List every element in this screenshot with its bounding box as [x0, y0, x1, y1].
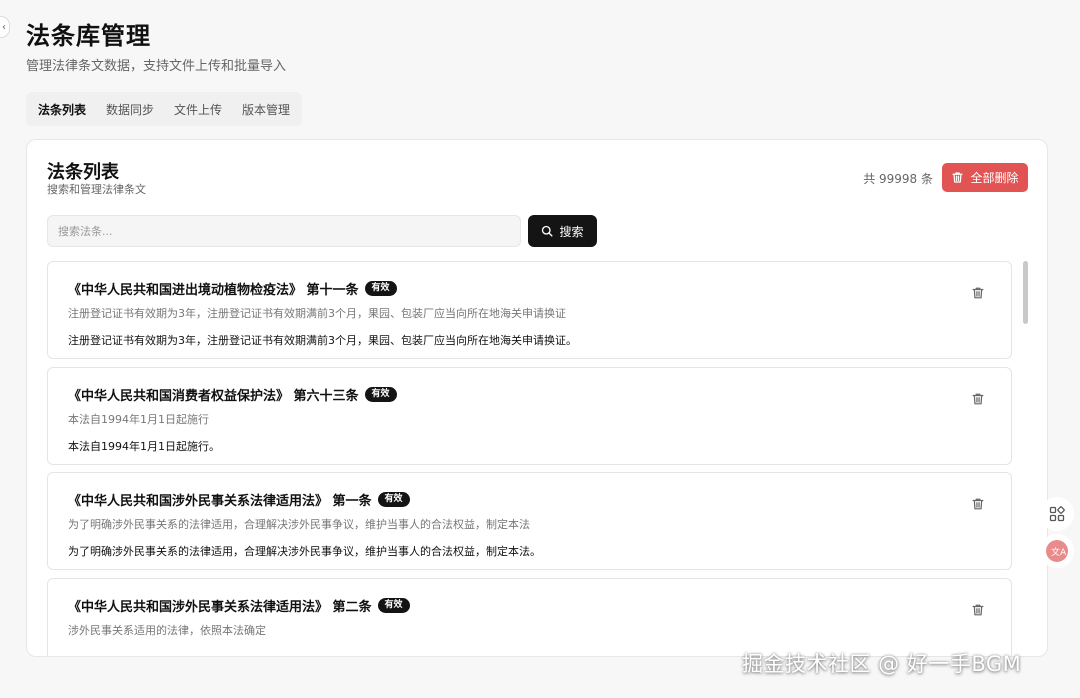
trash-icon	[972, 604, 984, 616]
law-title: 《中华人民共和国涉外民事关系法律适用法》 第二条	[68, 600, 372, 615]
status-badge: 有效	[364, 387, 397, 402]
law-list: 《中华人民共和国进出境动植物检疫法》 第十一条 有效 注册登记证书有效期为3年，…	[47, 261, 1012, 656]
law-item[interactable]: 《中华人民共和国涉外民事关系法律适用法》 第二条 有效 涉外民事关系适用的法律，…	[47, 578, 1012, 656]
apps-grid-button[interactable]	[1040, 497, 1074, 531]
delete-all-label: 全部删除	[970, 171, 1019, 185]
tab-version-management[interactable]: 版本管理	[234, 95, 298, 124]
delete-law-button[interactable]	[971, 497, 985, 511]
law-title-row: 《中华人民共和国涉外民事关系法律适用法》 第二条 有效	[68, 596, 410, 615]
law-item[interactable]: 《中华人民共和国消费者权益保护法》 第六十三条 有效 本法自1994年1月1日起…	[47, 367, 1012, 465]
law-summary: 为了明确涉外民事关系的法律适用，合理解决涉外民事争议，维护当事人的合法权益，制定…	[68, 518, 530, 531]
law-content: 本法自1994年1月1日起施行。	[68, 440, 220, 453]
law-title: 《中华人民共和国涉外民事关系法律适用法》 第一条	[68, 494, 372, 509]
law-title-row: 《中华人民共和国涉外民事关系法律适用法》 第一条 有效	[68, 490, 410, 509]
law-item[interactable]: 《中华人民共和国涉外民事关系法律适用法》 第一条 有效 为了明确涉外民事关系的法…	[47, 472, 1012, 570]
law-summary: 注册登记证书有效期为3年，注册登记证书有效期满前3个月，果园、包装厂应当向所在地…	[68, 307, 566, 320]
law-content: 注册登记证书有效期为3年，注册登记证书有效期满前3个月，果园、包装厂应当向所在地…	[68, 334, 577, 347]
total-count: 共 99998 条	[863, 172, 933, 186]
page-subtitle: 管理法律条文数据，支持文件上传和批量导入	[26, 59, 287, 74]
delete-law-button[interactable]	[971, 286, 985, 300]
law-title-row: 《中华人民共和国进出境动植物检疫法》 第十一条 有效	[68, 279, 397, 298]
trash-icon	[952, 172, 964, 183]
delete-all-button[interactable]: 全部删除	[942, 163, 1028, 192]
search-button[interactable]: 搜索	[528, 215, 597, 247]
law-content: 为了明确涉外民事关系的法律适用，合理解决涉外民事争议，维护当事人的合法权益，制定…	[68, 545, 541, 558]
apps-grid-icon	[1049, 506, 1065, 522]
tab-file-upload[interactable]: 文件上传	[166, 95, 230, 124]
law-title-row: 《中华人民共和国消费者权益保护法》 第六十三条 有效	[68, 385, 397, 404]
trash-icon	[972, 287, 984, 299]
law-title: 《中华人民共和国消费者权益保护法》 第六十三条	[68, 389, 359, 404]
law-summary: 涉外民事关系适用的法律，依照本法确定	[68, 624, 266, 637]
watermark: 掘金技术社区 @ 好一手BGM	[742, 652, 1022, 676]
delete-law-button[interactable]	[971, 392, 985, 406]
page-title: 法条库管理	[26, 22, 151, 50]
status-badge: 有效	[364, 281, 397, 296]
search-input[interactable]	[47, 215, 521, 247]
translate-button[interactable]: 文A	[1040, 534, 1074, 568]
status-badge: 有效	[377, 492, 410, 507]
list-scrollbar[interactable]	[1023, 261, 1028, 324]
search-button-label: 搜索	[559, 224, 584, 239]
delete-law-button[interactable]	[971, 603, 985, 617]
search-icon	[542, 225, 554, 237]
sidebar-collapse-handle[interactable]: ‹	[0, 16, 10, 38]
trash-icon	[972, 393, 984, 405]
translate-icon: 文A	[1046, 540, 1068, 562]
tab-bar: 法条列表 数据同步 文件上传 版本管理	[26, 92, 303, 126]
card-subtitle: 搜索和管理法律条文	[47, 183, 146, 196]
tab-data-sync[interactable]: 数据同步	[98, 95, 162, 124]
law-summary: 本法自1994年1月1日起施行	[68, 413, 209, 426]
law-item[interactable]: 《中华人民共和国进出境动植物检疫法》 第十一条 有效 注册登记证书有效期为3年，…	[47, 261, 1012, 359]
trash-icon	[972, 498, 984, 510]
tab-law-list[interactable]: 法条列表	[30, 94, 95, 124]
status-badge: 有效	[377, 598, 410, 613]
svg-text:文A: 文A	[1051, 546, 1067, 558]
law-list-card: 法条列表 搜索和管理法律条文 共 99998 条 全部删除 搜索 《中华人民共和…	[26, 139, 1048, 657]
law-title: 《中华人民共和国进出境动植物检疫法》 第十一条	[68, 283, 359, 298]
